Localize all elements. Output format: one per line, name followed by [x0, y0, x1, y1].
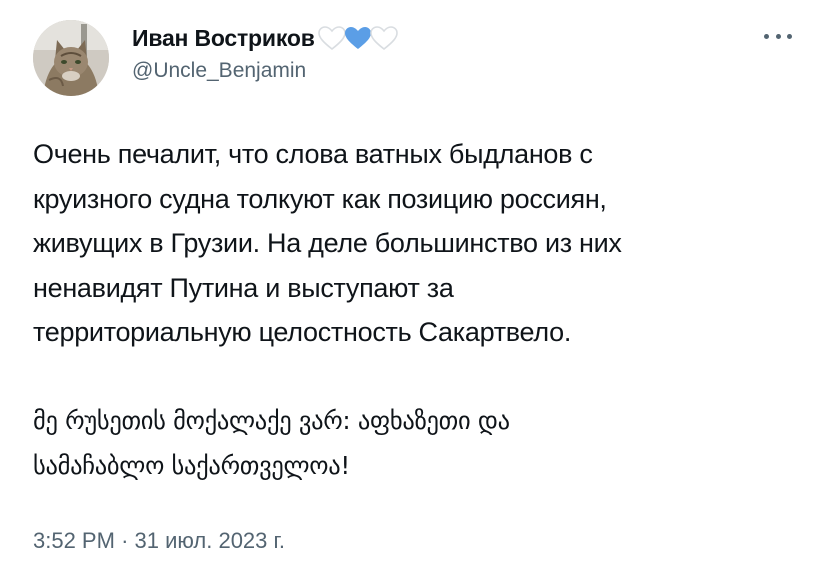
tweet-text-line: Очень печалит, что слова ватных быдланов… [33, 139, 593, 169]
tweet-text-line: живущих в Грузии. На деле большинство из… [33, 228, 622, 258]
more-dot [787, 33, 792, 39]
more-dot [764, 33, 769, 39]
white-heart-icon [369, 26, 398, 51]
tweet-text-line: მე რუსეთის მოქალაქე ვარ: აფხაზეთი და [33, 406, 510, 435]
tweet-text-line: территориальную целостность Сакартвело. [33, 317, 572, 347]
author-handle[interactable]: @Uncle_Benjamin [132, 59, 306, 83]
tweet-georgian-text: მე რუსეთის მოქალაქე ვარ: აფხაზეთი და სამ… [33, 399, 803, 488]
tweet-date[interactable]: 31 июл. 2023 г. [135, 528, 285, 553]
tweet-text: Очень печалит, что слова ватных быдланов… [33, 132, 803, 488]
tweet-text-line: круизного судна толкуют как позицию росс… [33, 183, 607, 214]
tweet-meta: 3:52 PM · 31 июл. 2023 г. [33, 528, 285, 554]
avatar[interactable] [33, 20, 109, 96]
tweet: Иван Востриков @Uncle_Benjamin Очень печ… [0, 0, 828, 576]
cat-avatar-icon [33, 20, 109, 96]
author-name-row: Иван Востриков [132, 20, 399, 56]
tweet-time[interactable]: 3:52 PM [33, 528, 115, 553]
author-display-name[interactable]: Иван Востриков [132, 25, 315, 52]
tweet-text-line: სამაჩაბლო საქართველოა! [33, 450, 350, 480]
meta-separator: · [121, 528, 129, 553]
author-badges [317, 24, 399, 52]
more-horizontal-icon[interactable] [758, 24, 798, 48]
tweet-text-line: ненавидят Путина и выступают за [33, 272, 454, 303]
more-dot [775, 33, 781, 39]
